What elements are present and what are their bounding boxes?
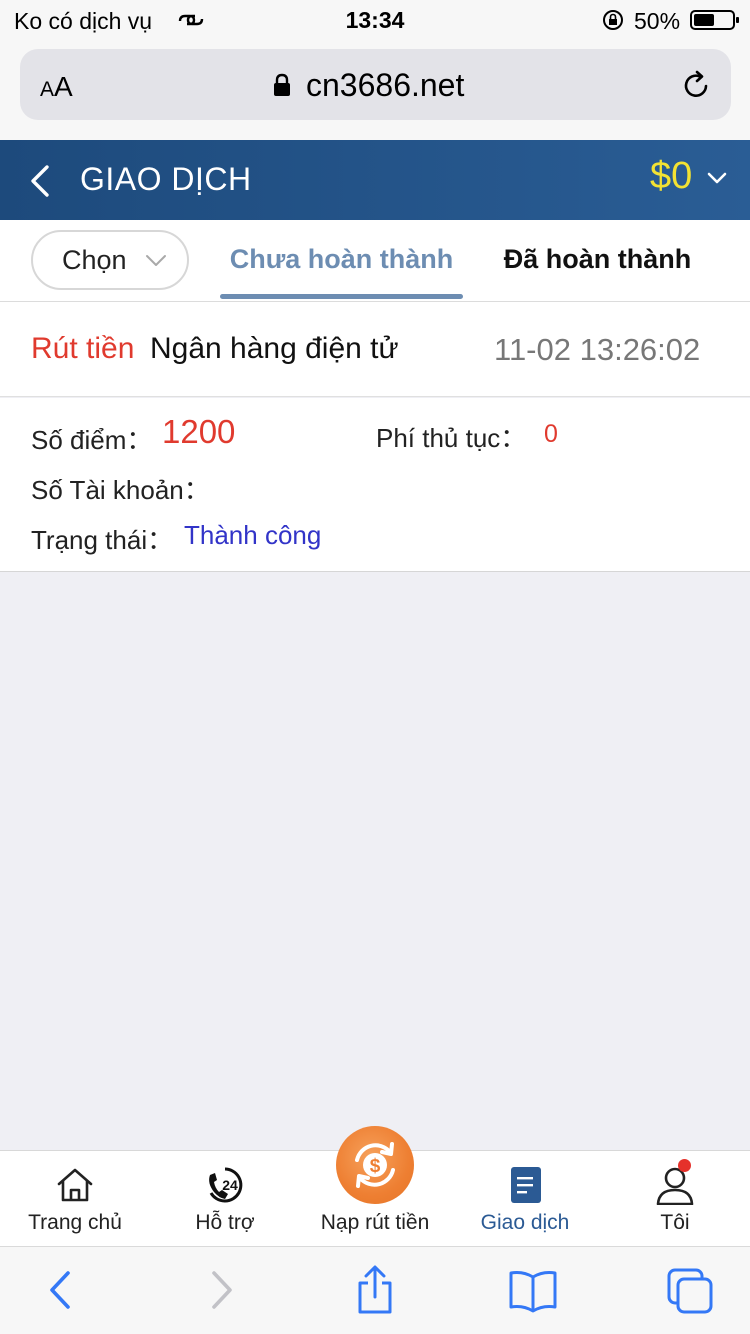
tab-me[interactable]: Tôi	[600, 1151, 750, 1247]
reload-icon[interactable]	[680, 69, 712, 101]
tab-support-label: Hỗ trợ	[195, 1211, 255, 1234]
tab-me-label: Tôi	[660, 1211, 690, 1234]
tab-transactions[interactable]: Giao dịch	[450, 1151, 600, 1247]
transaction-time: 11-02 13:26:02	[494, 332, 701, 367]
user-icon	[656, 1167, 694, 1205]
document-icon	[511, 1167, 541, 1203]
battery-icon	[690, 10, 739, 30]
chevron-down-icon	[146, 255, 166, 266]
tab-completed[interactable]: Đã hoàn thành	[480, 244, 715, 275]
notification-badge	[678, 1159, 691, 1172]
deposit-withdraw-fab[interactable]: $	[336, 1126, 414, 1204]
home-icon	[57, 1168, 93, 1202]
dollar-exchange-icon: $	[355, 1142, 395, 1188]
svg-text:$: $	[370, 1156, 381, 1177]
browser-forward-icon[interactable]	[198, 1265, 242, 1315]
tab-home-label: Trang chủ	[28, 1211, 122, 1234]
bookmarks-icon[interactable]	[508, 1265, 558, 1315]
filter-select[interactable]: Chọn	[31, 230, 189, 290]
transaction-method: Ngân hàng điện tử	[150, 332, 399, 365]
points-value: 1200	[162, 413, 236, 450]
fee-label: Phí thủ tục：	[376, 423, 527, 453]
status-label: Trạng thái：	[31, 525, 174, 555]
svg-text:24: 24	[222, 1177, 238, 1193]
status-value: Thành công	[184, 520, 322, 550]
lock-icon	[274, 73, 290, 96]
points-label: Số điểm：	[31, 425, 153, 455]
browser-address-area: AA cn3686.net	[0, 40, 750, 140]
app-header: GIAO DỊCH $0	[0, 140, 750, 220]
status-bar: Ko có dịch vụ 13:34 50%	[0, 0, 750, 40]
tab-support[interactable]: 24 Hỗ trợ	[150, 1151, 300, 1247]
tabs-icon[interactable]	[666, 1265, 714, 1315]
back-arrow-icon[interactable]	[28, 164, 52, 198]
page-title: GIAO DỊCH	[80, 161, 252, 197]
share-icon[interactable]	[353, 1265, 397, 1315]
transaction-details: Số điểm： 1200 Phí thủ tục： 0 Số Tài khoả…	[0, 398, 750, 572]
filter-select-label: Chọn	[62, 245, 127, 275]
browser-back-icon[interactable]	[40, 1265, 84, 1315]
url-text[interactable]: cn3686.net	[306, 67, 464, 104]
rotation-lock-icon	[603, 10, 623, 30]
text-size-button[interactable]: AA	[40, 71, 73, 103]
address-bar[interactable]: AA cn3686.net	[20, 49, 731, 120]
tab-transactions-label: Giao dịch	[480, 1211, 570, 1234]
filter-tabs: Chọn Chưa hoàn thành Đã hoàn thành	[0, 220, 750, 302]
balance-display[interactable]: $0	[650, 155, 692, 198]
chevron-down-icon[interactable]	[707, 170, 727, 186]
account-label: Số Tài khoản：	[31, 475, 210, 505]
support-24-icon: 24	[209, 1167, 243, 1203]
fee-value: 0	[544, 420, 558, 448]
battery-percent: 50%	[634, 8, 681, 34]
tab-pending[interactable]: Chưa hoàn thành	[220, 244, 463, 275]
transaction-type: Rút tiền	[31, 332, 135, 365]
tab-home[interactable]: Trang chủ	[0, 1151, 150, 1247]
transaction-header[interactable]: Rút tiền Ngân hàng điện tử 11-02 13:26:0…	[0, 302, 750, 397]
active-tab-indicator	[220, 294, 463, 299]
browser-toolbar	[0, 1246, 750, 1334]
tab-deposit-withdraw-label: Nạp rút tiền	[320, 1211, 430, 1234]
